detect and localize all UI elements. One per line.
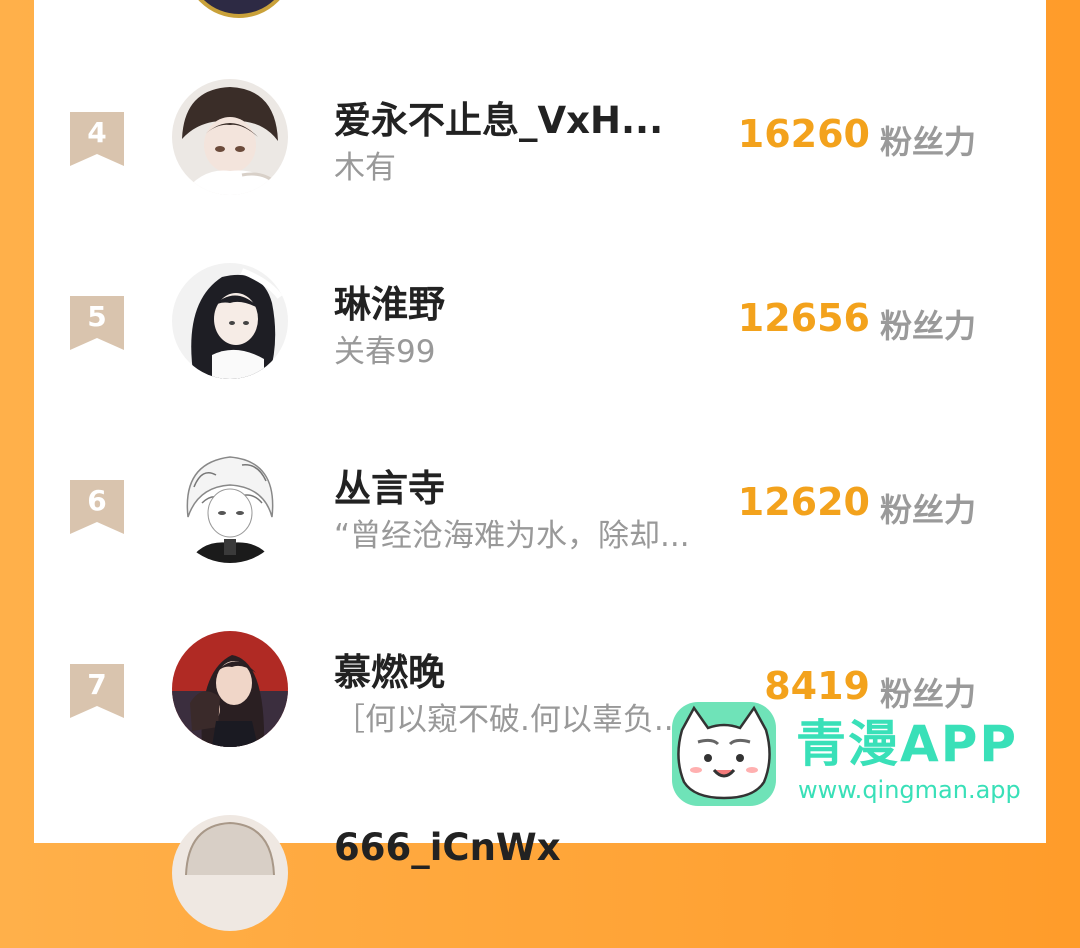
list-item[interactable]: 666_iCnWx [34, 798, 1046, 948]
avatar[interactable] [172, 631, 288, 747]
fan-power-label: 粉丝力 [880, 307, 977, 345]
user-signature: 关春99 [334, 334, 436, 370]
fan-power-score: 16260 [737, 112, 870, 156]
avatar[interactable] [172, 815, 288, 931]
rank-badge: 7 [70, 664, 124, 718]
avatar[interactable] [172, 263, 288, 379]
user-name[interactable]: 爱永不止息_VxH... [334, 90, 663, 144]
fan-power-score: 12620 [737, 480, 870, 524]
avatar[interactable] [172, 79, 288, 195]
rank-badge: 6 [70, 480, 124, 534]
fan-power-label: 粉丝力 [880, 123, 977, 161]
rank-badge: 4 [70, 112, 124, 166]
rank-number: 4 [87, 116, 107, 149]
cat-logo-icon [668, 698, 780, 810]
list-item[interactable]: 6 丛言寺 “曾经沧海难为水，除却... 12620 粉丝力 [34, 430, 1046, 580]
list-item[interactable]: 4 爱永不止息_VxH... 木有 16260 粉丝力 [34, 62, 1046, 212]
watermark-brand: 青漫APP [796, 715, 1018, 773]
watermark-url: www.qingman.app [798, 776, 1021, 804]
user-signature: “曾经沧海难为水，除却... [334, 518, 690, 554]
user-name[interactable]: 琳淮野 [334, 274, 445, 328]
rank-badge: 5 [70, 296, 124, 350]
fan-power-score: 12656 [737, 296, 870, 340]
rank-number: 7 [87, 668, 107, 701]
user-name[interactable]: 慕燃晚 [334, 642, 445, 696]
user-name[interactable]: 666_iCnWx [334, 826, 561, 869]
rank-number: 6 [87, 484, 107, 517]
avatar[interactable] [172, 447, 288, 563]
avatar[interactable] [184, 0, 294, 18]
fan-power-label: 粉丝力 [880, 491, 977, 529]
list-item[interactable]: 5 琳淮野 关春99 12656 粉丝力 [34, 246, 1046, 396]
user-signature: ［何以窥不破.何以辜负... [334, 702, 684, 738]
rank-number: 5 [87, 300, 107, 333]
user-signature: 木有 [334, 150, 396, 186]
watermark: 青漫APP www.qingman.app [668, 698, 1048, 814]
user-name[interactable]: 丛言寺 [334, 458, 445, 512]
